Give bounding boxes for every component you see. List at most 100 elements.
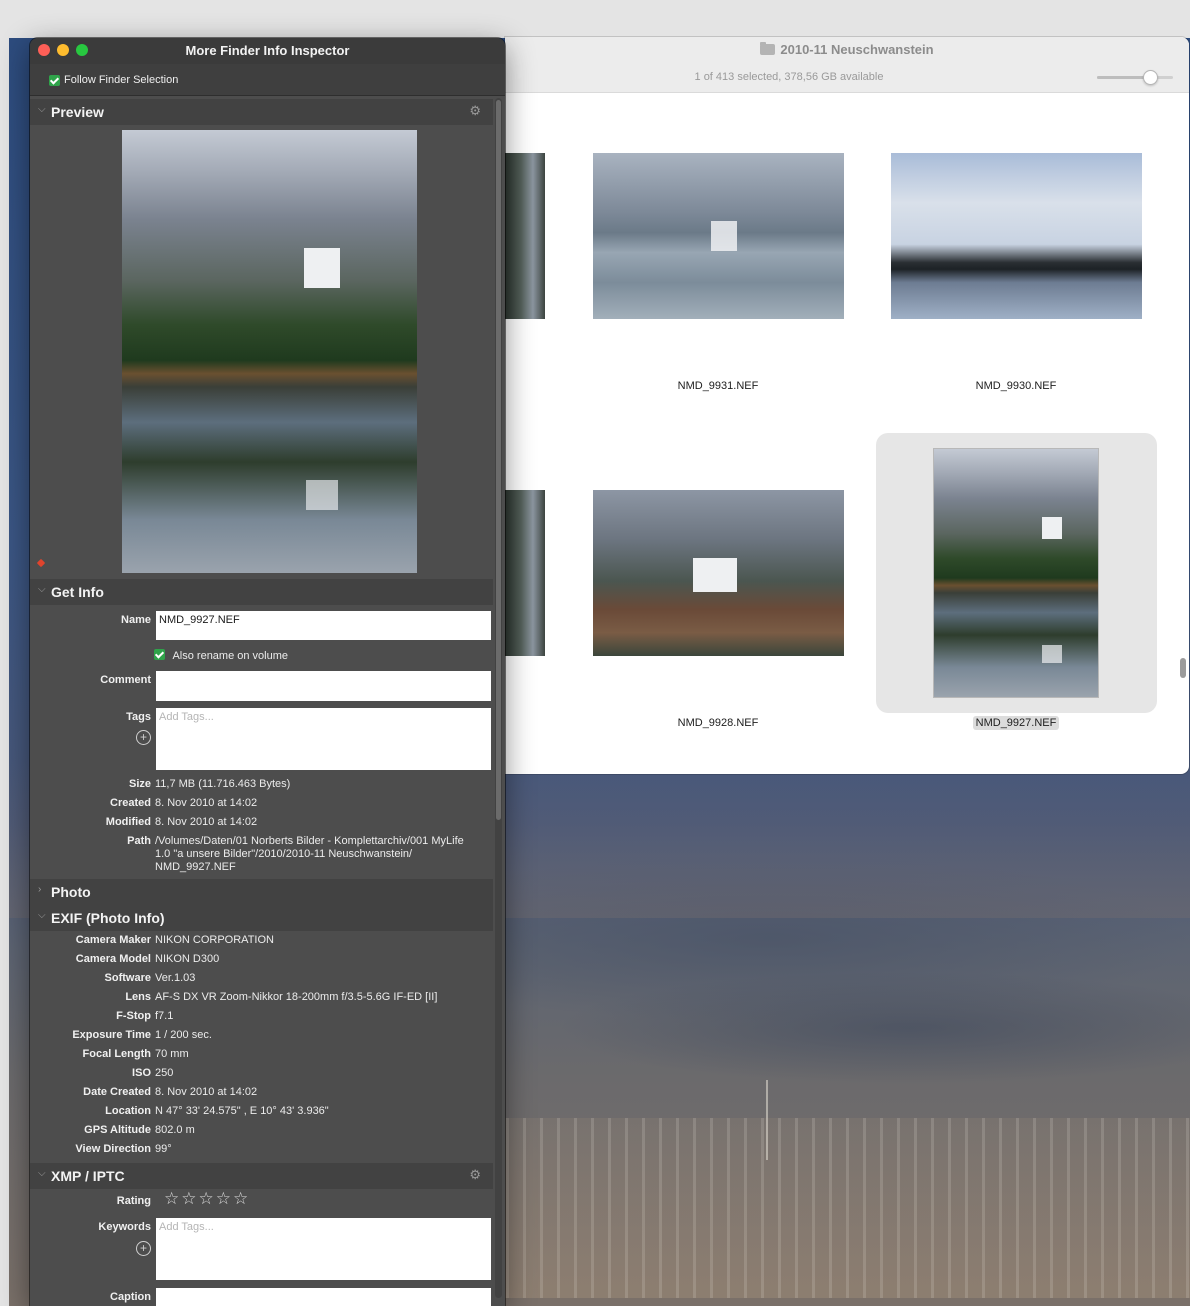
exif-value: 99° [155, 1143, 172, 1155]
caption-field[interactable] [156, 1288, 491, 1306]
add-keyword-plus-icon[interactable]: + [136, 1241, 151, 1256]
chevron-down-icon: ⌵ [38, 1168, 46, 1179]
inspector-scrollbar[interactable] [495, 98, 502, 1298]
thumbnail-nmd-9931[interactable] [593, 153, 844, 319]
follow-finder-checkbox[interactable] [49, 75, 60, 86]
created-label: Created [110, 797, 151, 809]
name-field[interactable]: NMD_9927.NEF [156, 611, 491, 640]
path-line-3: NMD_9927.NEF [155, 861, 236, 873]
exif-value: 8. Nov 2010 at 14:02 [155, 1086, 258, 1098]
file-label-nmd-9930[interactable]: NMD_9930.NEF [891, 380, 1141, 392]
modified-value: 8. Nov 2010 at 14:02 [155, 816, 258, 828]
castle [1042, 517, 1062, 539]
exif-label: GPS Altitude [84, 1124, 151, 1136]
add-tag-plus-icon[interactable]: + [136, 730, 151, 745]
rating-label: Rating [116, 1195, 151, 1207]
caption-label: Caption [110, 1291, 151, 1303]
folder-icon [760, 42, 776, 55]
exif-label: Camera Model [75, 953, 151, 965]
exif-label: Camera Maker [75, 934, 151, 946]
preview-image [122, 130, 417, 573]
thumbnail-nmd-9928[interactable] [593, 490, 844, 656]
exif-value: f7.1 [155, 1010, 174, 1022]
exif-label: Location [105, 1105, 151, 1117]
tags-field[interactable]: Add Tags... [156, 708, 491, 770]
exif-label: Exposure Time [72, 1029, 151, 1041]
path-label: Path [127, 835, 151, 847]
thumbnail-partial-2[interactable] [505, 490, 545, 656]
rename-label: Also rename on volume [172, 650, 289, 662]
file-label-nmd-9931[interactable]: NMD_9931.NEF [593, 380, 843, 392]
modified-label: Modified [105, 816, 151, 828]
exif-label: Date Created [83, 1086, 151, 1098]
finder-toolbar: 2010-11 Neuschwanstein 1 of 413 selected… [505, 37, 1189, 93]
section-xmp-title: XMP / IPTC [51, 1168, 125, 1184]
inspector-titlebar: More Finder Info Inspector [30, 38, 505, 64]
exif-value: N 47° 33' 24.575" , E 10° 43' 3.936" [155, 1105, 329, 1117]
finder-title-text: 2010-11 Neuschwanstein [780, 42, 934, 57]
section-photo-header[interactable]: › Photo [30, 879, 493, 905]
wallpaper-tower [766, 1080, 768, 1160]
exif-value: NIKON CORPORATION [155, 934, 274, 946]
icon-size-slider[interactable] [1097, 70, 1173, 85]
castle [693, 558, 737, 592]
gear-icon[interactable]: ⚙ [469, 1167, 481, 1183]
size-label: Size [128, 778, 151, 790]
follow-finder-label: Follow Finder Selection [64, 74, 179, 86]
finder-scrollbar[interactable] [1180, 658, 1186, 678]
exif-label: ISO [132, 1067, 151, 1079]
wallpaper-town [489, 1118, 1190, 1298]
chevron-right-icon: › [38, 884, 42, 895]
castle-reflection [1042, 645, 1062, 663]
keywords-placeholder: Add Tags... [159, 1221, 214, 1233]
finder-window: 2010-11 Neuschwanstein 1 of 413 selected… [505, 37, 1189, 774]
exif-value: 1 / 200 sec. [155, 1029, 212, 1041]
castle [304, 248, 340, 288]
keywords-field[interactable]: Add Tags... [156, 1218, 491, 1280]
section-getinfo-header[interactable]: ⌵ Get Info [30, 579, 493, 605]
section-preview-header[interactable]: ⌵ Preview ⚙ [30, 99, 493, 125]
gear-icon[interactable]: ⚙ [469, 103, 481, 119]
exif-label: View Direction [75, 1143, 151, 1155]
exif-value: NIKON D300 [155, 953, 220, 965]
follow-finder-row: Follow Finder Selection [30, 64, 505, 96]
chevron-down-icon: ⌵ [38, 584, 46, 595]
inspector-title: More Finder Info Inspector [185, 43, 350, 58]
size-value: 11,7 MB (11.716.463 Bytes) [155, 778, 291, 790]
section-photo-title: Photo [51, 884, 91, 900]
pin-icon[interactable] [36, 558, 46, 568]
exif-label: F-Stop [116, 1010, 151, 1022]
keywords-label: Keywords [98, 1221, 151, 1233]
thumbnail-partial-1[interactable] [505, 153, 545, 319]
exif-value: 802.0 m [155, 1124, 195, 1136]
section-exif-header[interactable]: ⌵ EXIF (Photo Info) [30, 905, 493, 931]
file-label-nmd-9927[interactable]: NMD_9927.NEF [891, 716, 1141, 730]
created-value: 8. Nov 2010 at 14:02 [155, 797, 258, 809]
inspector-window: More Finder Info Inspector Follow Finder… [30, 38, 505, 1306]
finder-icon-grid: NMD_9931.NEF NMD_9930.NEF NMD_9928.NEF N… [505, 93, 1189, 774]
chevron-down-icon: ⌵ [38, 910, 46, 921]
exif-value: AF-S DX VR Zoom-Nikkor 18-200mm f/3.5-5.… [155, 991, 438, 1003]
path-line-1: /Volumes/Daten/01 Norberts Bilder - Komp… [155, 835, 464, 847]
rename-checkbox-row: Also rename on volume [154, 646, 288, 664]
exif-value: Ver.1.03 [155, 972, 196, 984]
rename-checkbox[interactable] [154, 649, 165, 660]
inspector-scrollbar-knob[interactable] [496, 100, 501, 820]
castle-reflection [711, 221, 737, 251]
name-label: Name [121, 614, 151, 626]
section-preview-title: Preview [51, 104, 104, 120]
finder-status-text: 1 of 413 selected, 378,56 GB available [694, 71, 884, 83]
file-label-nmd-9928[interactable]: NMD_9928.NEF [593, 717, 843, 729]
comment-field[interactable] [156, 671, 491, 701]
exif-value: 70 mm [155, 1048, 189, 1060]
finder-title: 2010-11 Neuschwanstein [505, 42, 1189, 57]
rating-stars[interactable]: ☆☆☆☆☆ [164, 1189, 250, 1209]
comment-label: Comment [100, 674, 151, 686]
exif-value: 250 [155, 1067, 174, 1079]
castle-reflection [306, 480, 338, 510]
thumbnail-nmd-9927[interactable] [933, 448, 1099, 698]
section-xmp-header[interactable]: ⌵ XMP / IPTC ⚙ [30, 1163, 493, 1189]
thumbnail-nmd-9930[interactable] [891, 153, 1142, 319]
tags-label: Tags [126, 711, 151, 723]
exif-label: Lens [125, 991, 151, 1003]
